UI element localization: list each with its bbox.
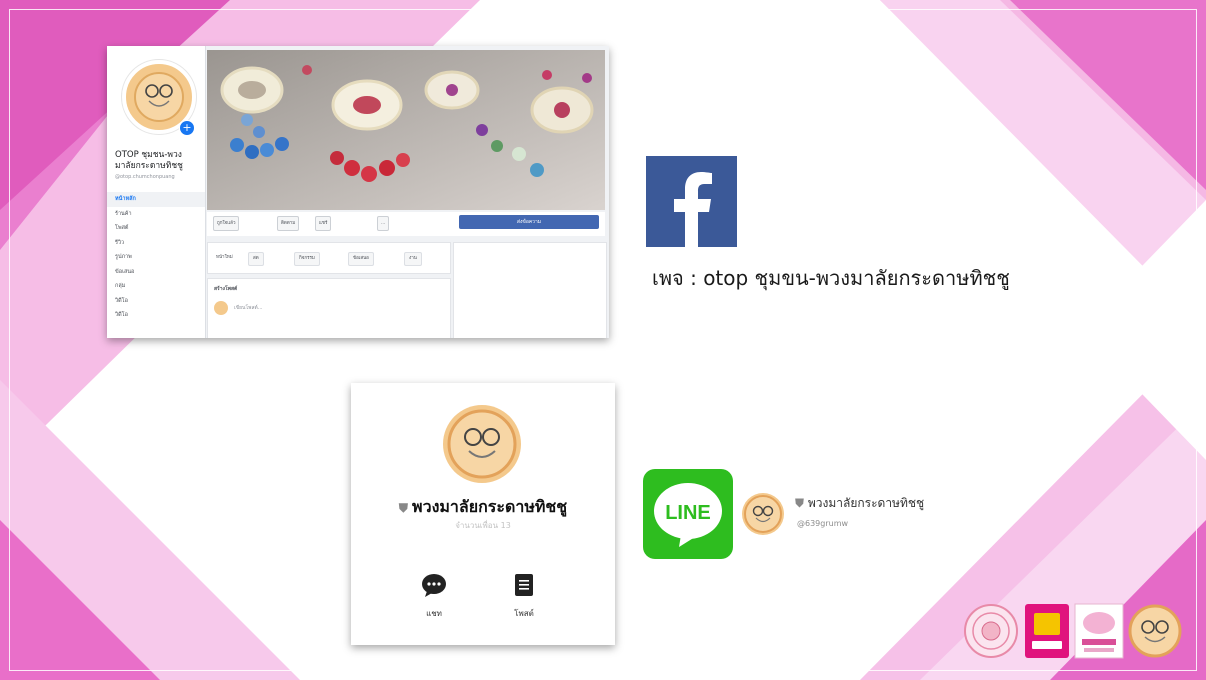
create-post-box: สร้างโพสต์ เขียนโพสต์...	[207, 278, 451, 338]
slide: + OTOP ชุมชน-พวงมาลัยกระดาษทิชชู @otop.c…	[0, 0, 1206, 680]
line-bubble-icon: LINE	[654, 483, 722, 547]
create-post-input[interactable]: เขียนโพสต์...	[214, 301, 263, 315]
document-icon	[515, 574, 533, 596]
chat-bubble-icon	[422, 574, 446, 597]
logo-icon	[1128, 604, 1182, 658]
logo-icon	[134, 72, 184, 122]
liked-button[interactable]: ถูกใจแล้ว	[213, 216, 240, 231]
send-message-button[interactable]: ส่งข้อความ	[459, 215, 599, 229]
logo-icon	[744, 495, 782, 533]
facebook-toolbar: ถูกใจแล้ว ติดตาม แชร์ ... ส่งข้อความ	[207, 212, 605, 236]
line-logo-text: LINE	[665, 502, 711, 524]
nav-item-videos[interactable]: วิดีโอ	[107, 294, 205, 309]
line-profile-avatar	[443, 405, 521, 483]
otop-badge-icon	[1025, 604, 1069, 658]
shield-icon: ⛊	[398, 501, 413, 515]
facebook-right-panel	[453, 242, 607, 338]
action-job[interactable]: งาน	[404, 252, 422, 266]
line-friend-count: จำนวนเพื่อน 13	[455, 521, 511, 530]
action-offer[interactable]: ข้อเสนอ	[348, 252, 374, 266]
facebook-page-screenshot: + OTOP ชุมชน-พวงมาลัยกระดาษทิชชู @otop.c…	[107, 46, 609, 338]
community-seal-icon	[964, 604, 1018, 658]
line-logo-icon: LINE	[643, 469, 733, 559]
action-live[interactable]: สด	[248, 252, 264, 266]
facebook-action-bar: หน้าใหม่ สด กิจกรรม ข้อเสนอ งาน	[207, 242, 451, 274]
otop-community-badge-icon	[1074, 603, 1124, 659]
shield-icon: ⛊	[795, 496, 808, 510]
action-event[interactable]: กิจกรรม	[294, 252, 320, 266]
facebook-sidebar: + OTOP ชุมชน-พวงมาลัยกระดาษทิชชู @otop.c…	[107, 46, 206, 338]
add-photo-icon[interactable]: +	[179, 120, 195, 136]
facebook-page-name: OTOP ชุมชน-พวงมาลัยกระดาษทิชชู	[115, 150, 183, 171]
line-account-name: ⛊ พวงมาลัยกระดาษทิชชู	[351, 495, 615, 520]
nav-item-offers[interactable]: ข้อเสนอ	[107, 265, 205, 280]
nav-item-videos-2[interactable]: วิดีโอ	[107, 308, 205, 323]
line-chat-label: แชท	[426, 609, 442, 618]
facebook-nav: หน้าหลัก ร้านค้า โพสต์ รีวิว รูปภาพ ข้อเ…	[107, 192, 205, 323]
line-post-label: โพสต์	[514, 609, 534, 618]
line-profile-card: ⛊ พวงมาลัยกระดาษทิชชู จำนวนเพื่อน 13 แชท…	[351, 383, 615, 645]
nav-item-groups[interactable]: กลุ่ม	[107, 279, 205, 294]
small-avatar-icon	[214, 301, 228, 315]
line-id-name: ⛊ พวงมาลัยกระดาษทิชชู	[795, 494, 924, 513]
nav-item-shop[interactable]: ร้านค้า	[107, 207, 205, 222]
facebook-page-handle: @otop.chumchonpuang	[115, 174, 175, 180]
facebook-page-label: เพจ : otop ชุมขน-พวงมาลัยกระดาษทิชชู	[652, 266, 1010, 290]
nav-item-posts[interactable]: โพสต์	[107, 221, 205, 236]
line-id-name-text: พวงมาลัยกระดาษทิชชู	[807, 496, 925, 510]
more-button[interactable]: ...	[377, 216, 390, 231]
line-id-handle: @639grumw	[797, 519, 849, 528]
share-button[interactable]: แชร์	[315, 216, 332, 231]
nav-item-reviews[interactable]: รีวิว	[107, 236, 205, 251]
facebook-cover-photo	[207, 50, 605, 210]
create-post-title: สร้างโพสต์	[214, 286, 238, 292]
line-account-name-text: พวงมาลัยกระดาษทิชชู	[412, 497, 568, 516]
nav-item-home[interactable]: หน้าหลัก	[107, 192, 205, 207]
tissue-garland-photo	[207, 50, 605, 210]
logo-icon	[447, 409, 517, 479]
following-button[interactable]: ติดตาม	[277, 216, 300, 231]
line-post-button[interactable]: โพสต์	[499, 573, 549, 620]
create-post-placeholder: เขียนโพสต์...	[234, 305, 263, 311]
action-new[interactable]: หน้าใหม่	[212, 252, 237, 264]
line-chat-button[interactable]: แชท	[409, 573, 459, 620]
facebook-logo-icon	[646, 156, 737, 247]
facebook-f-icon	[674, 172, 712, 247]
line-id-avatar	[742, 493, 784, 535]
nav-item-photos[interactable]: รูปภาพ	[107, 250, 205, 265]
